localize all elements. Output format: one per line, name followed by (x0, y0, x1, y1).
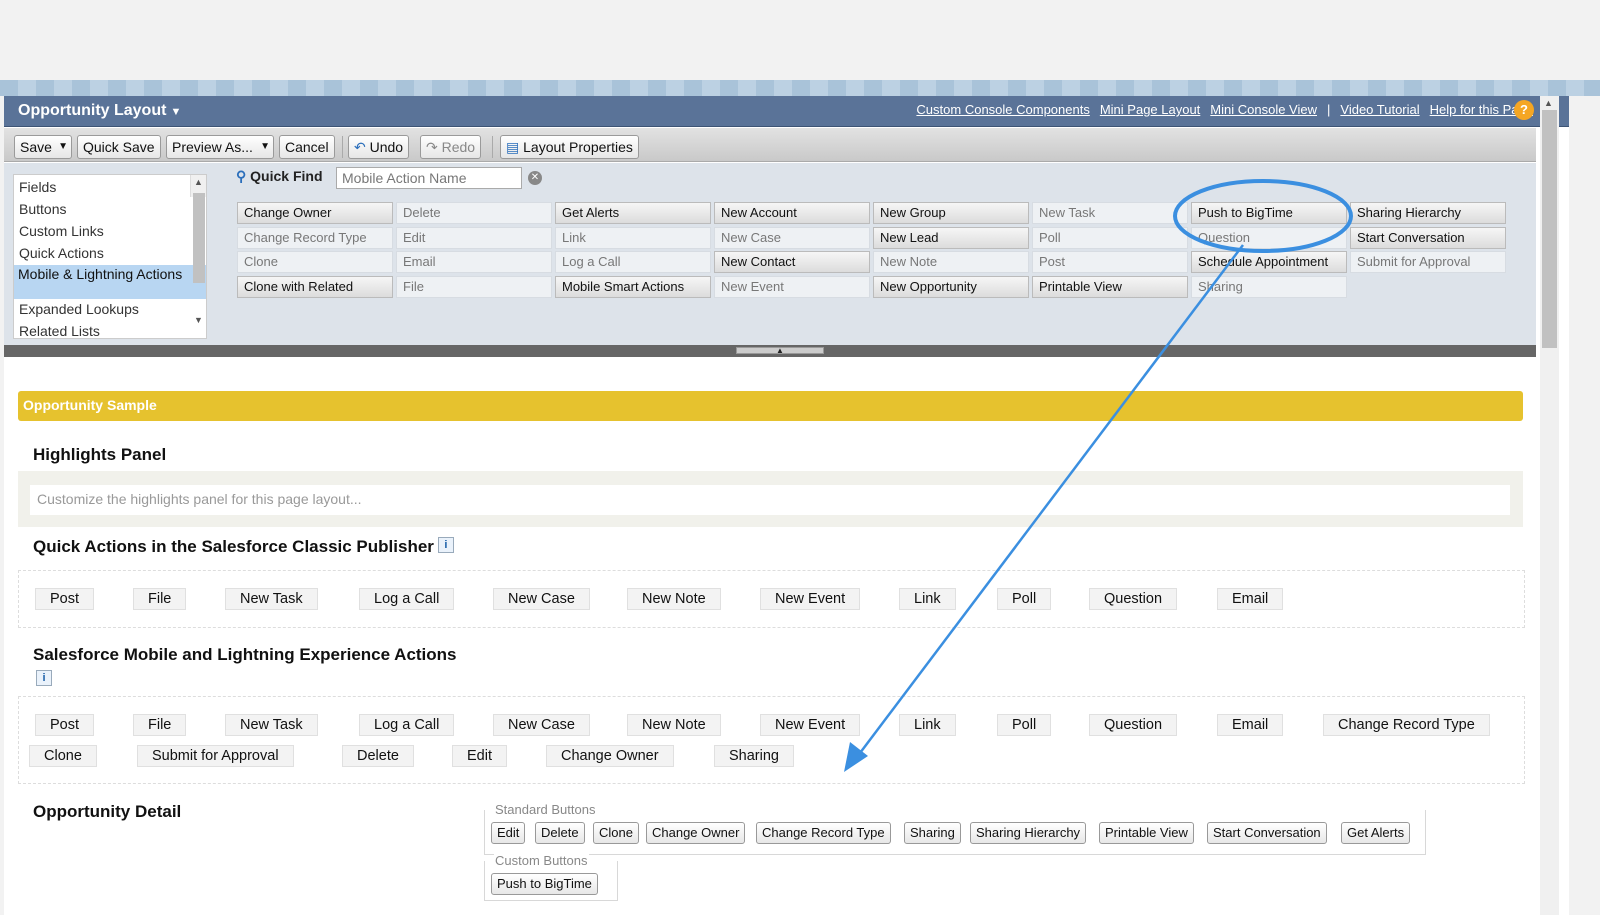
annotation-circle (1173, 179, 1353, 253)
annotation-arrow-line (859, 244, 1244, 754)
annotation-overlay (844, 179, 1353, 772)
